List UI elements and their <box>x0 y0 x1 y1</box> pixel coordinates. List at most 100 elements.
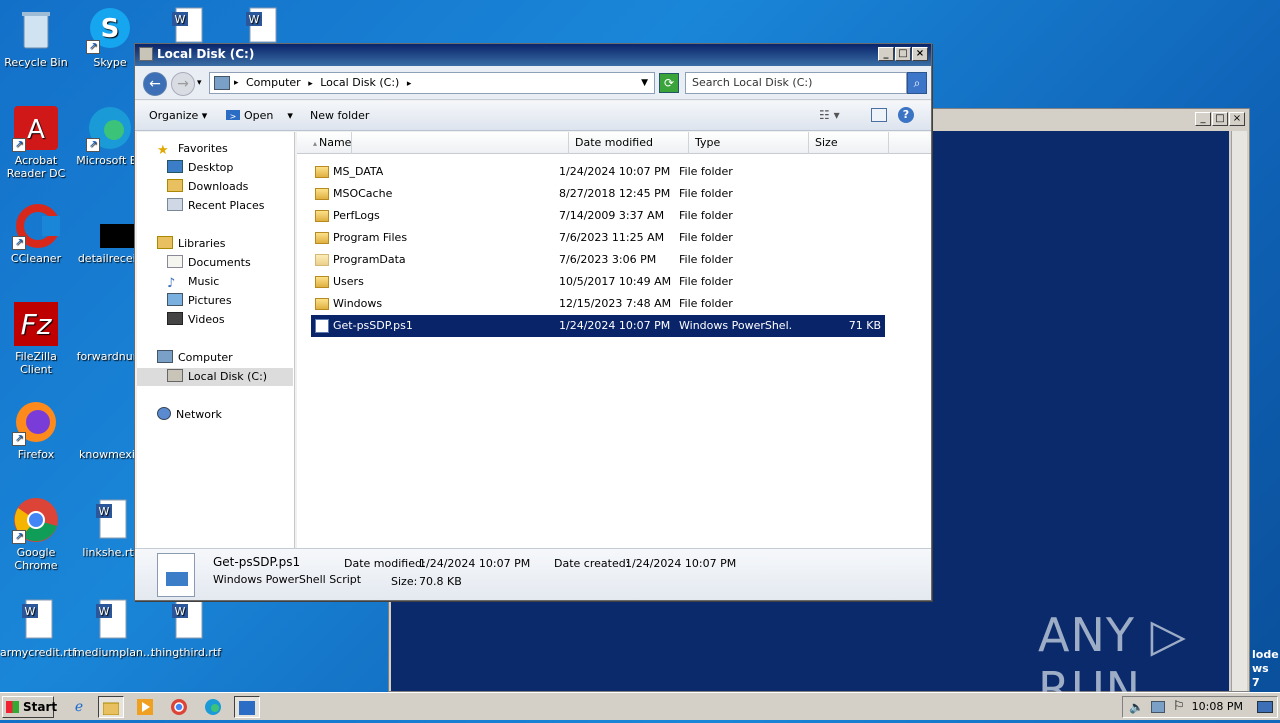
ccleaner-icon: ↗ <box>12 202 60 250</box>
desktop-icon-firefox[interactable]: ↗ Firefox <box>0 398 72 461</box>
folder-icon <box>315 276 329 288</box>
taskbar-chrome-icon[interactable] <box>166 696 192 718</box>
details-created-label: Date created: <box>554 557 630 570</box>
svg-text:W: W <box>175 605 186 618</box>
chevron-icon[interactable]: ▸ <box>407 79 412 89</box>
vertical-scrollbar[interactable] <box>1231 131 1247 691</box>
taskbar-powershell-icon[interactable] <box>234 696 260 718</box>
filezilla-icon: Fz <box>12 300 60 348</box>
edge-icon: ↗ <box>86 104 134 152</box>
window-titlebar[interactable]: Local Disk (C:) _ □ × <box>135 44 931 66</box>
maximize-button[interactable]: □ <box>1212 112 1228 126</box>
show-desktop-icon[interactable] <box>1257 701 1273 713</box>
document-icon <box>86 202 134 250</box>
folder-icon <box>315 232 329 244</box>
desktop-icon-recycle-bin[interactable]: Recycle Bin <box>0 6 72 69</box>
column-header-size[interactable]: Size <box>809 132 889 154</box>
search-icon[interactable]: ⌕ <box>907 72 927 94</box>
refresh-button[interactable]: ⟳ <box>659 73 679 93</box>
details-size-value: 70.8 KB <box>419 575 462 588</box>
search-input[interactable]: Search Local Disk (C:) <box>685 72 907 94</box>
nav-desktop[interactable]: Desktop <box>167 159 233 177</box>
powershell-icon: > <box>226 110 240 121</box>
nav-libraries[interactable]: Libraries <box>157 235 226 253</box>
nav-network[interactable]: Network <box>157 406 222 424</box>
desktop-icon-thingthird[interactable]: W thingthird.rtf <box>150 596 222 659</box>
taskbar-media-player-icon[interactable] <box>132 696 158 718</box>
taskbar-explorer-icon[interactable] <box>98 696 124 718</box>
desktop-icon-armycredit[interactable]: W armycredit.rtf <box>0 596 76 659</box>
nav-pictures[interactable]: Pictures <box>167 292 232 310</box>
drive-icon <box>167 369 183 382</box>
maximize-button[interactable]: □ <box>895 47 911 61</box>
desktop-icon-chrome[interactable]: ↗ Google Chrome <box>0 496 72 572</box>
minimize-button[interactable]: _ <box>878 47 894 61</box>
taskbar-edge-icon[interactable] <box>200 696 226 718</box>
pictures-icon <box>167 293 183 306</box>
navigation-pane: ★ Favorites Desktop Downloads Recent Plac… <box>137 132 295 548</box>
network-tray-icon[interactable] <box>1151 701 1165 713</box>
file-list-pane: Name ▴ Date modified Type Size MS_DATA 1/… <box>297 132 931 548</box>
file-row[interactable]: MS_DATA 1/24/2024 10:07 PM File folder <box>311 161 885 183</box>
file-row-selected[interactable]: Get-psSDP.ps1 1/24/2024 10:07 PM Windows P… <box>311 315 885 337</box>
details-size-label: Size: <box>391 575 418 588</box>
organize-button[interactable]: Organize ▾ <box>149 109 207 122</box>
start-button[interactable]: Start <box>2 696 57 718</box>
nav-favorites[interactable]: ★ Favorites <box>157 140 228 158</box>
desktop-icon-mediumplan[interactable]: W mediumplan... <box>74 596 153 659</box>
videos-icon <box>167 312 183 325</box>
clock[interactable]: 10:08 PM <box>1192 697 1243 717</box>
forward-button[interactable]: → <box>171 72 195 96</box>
address-dropdown-icon[interactable]: ▼ <box>641 73 648 93</box>
nav-downloads[interactable]: Downloads <box>167 178 248 196</box>
recent-pages-dropdown-icon[interactable]: ▾ <box>197 78 202 88</box>
back-button[interactable]: ← <box>143 72 167 96</box>
word-doc-icon: W <box>86 596 134 644</box>
nav-recent-places[interactable]: Recent Places <box>167 197 265 215</box>
column-header-type[interactable]: Type <box>689 132 809 154</box>
folder-icon <box>315 210 329 222</box>
nav-music[interactable]: ♪ Music <box>167 273 219 291</box>
nav-computer[interactable]: Computer <box>157 349 233 367</box>
close-button[interactable]: × <box>912 47 928 61</box>
details-modified-label: Date modified: <box>344 557 426 570</box>
nav-documents[interactable]: Documents <box>167 254 251 272</box>
new-folder-button[interactable]: New folder <box>310 109 369 122</box>
nav-local-disk[interactable]: Local Disk (C:) <box>137 368 293 386</box>
details-created-value: 1/24/2024 10:07 PM <box>625 557 737 570</box>
desktop-icon-acrobat[interactable]: A ↗ Acrobat Reader DC <box>0 104 72 180</box>
chevron-icon[interactable]: ▸ <box>308 79 313 89</box>
file-row[interactable]: Program Files 7/6/2023 11:25 AM File folde… <box>311 227 885 249</box>
minimize-button[interactable]: _ <box>1195 112 1211 126</box>
file-row[interactable]: Users 10/5/2017 10:49 AM File folder <box>311 271 885 293</box>
file-row[interactable]: MSOCache 8/27/2018 12:45 PM File folder <box>311 183 885 205</box>
nav-videos[interactable]: Videos <box>167 311 225 329</box>
breadcrumb-local-disk[interactable]: Local Disk (C:) <box>320 76 399 89</box>
explorer-window[interactable]: Local Disk (C:) _ □ × ← → ▾ ▸ Computer ▸… <box>134 43 932 601</box>
address-bar[interactable]: ▸ Computer ▸ Local Disk (C:) ▸ ▼ <box>209 72 655 94</box>
breadcrumb-computer[interactable]: Computer <box>246 76 301 89</box>
file-row[interactable]: ProgramData 7/6/2023 3:06 PM File folder <box>311 249 885 271</box>
folder-icon <box>315 254 329 266</box>
taskbar-ie-icon[interactable]: ℯ <box>66 696 92 718</box>
command-toolbar: Organize ▾ > Open ▾ New folder ☷ ▾ ? <box>135 101 931 131</box>
powershell-script-icon <box>315 319 329 333</box>
close-button[interactable]: × <box>1229 112 1245 126</box>
open-button[interactable]: Open ▾ <box>244 109 293 122</box>
preview-pane-icon[interactable] <box>871 108 887 122</box>
file-row[interactable]: PerfLogs 7/14/2009 3:37 AM File folder <box>311 205 885 227</box>
address-row: ← → ▾ ▸ Computer ▸ Local Disk (C:) ▸ ▼ ⟳… <box>135 66 931 100</box>
chrome-icon: ↗ <box>12 496 60 544</box>
file-row[interactable]: Windows 12/15/2023 7:48 AM File folder <box>311 293 885 315</box>
view-options-icon[interactable]: ☷ ▾ <box>819 108 840 122</box>
desktop-icon-ccleaner[interactable]: ↗ CCleaner <box>0 202 72 265</box>
volume-icon[interactable]: 🔈 <box>1129 700 1144 714</box>
svg-text:W: W <box>99 505 110 518</box>
column-header-date[interactable]: Date modified <box>569 132 689 154</box>
action-center-flag-icon[interactable]: ⚐ <box>1173 699 1185 714</box>
column-header-name[interactable]: Name ▴ <box>307 132 569 154</box>
chevron-icon[interactable]: ▸ <box>234 73 239 93</box>
desktop-icon-filezilla[interactable]: Fz FileZilla Client <box>0 300 72 376</box>
skype-icon: S ↗ <box>86 6 134 54</box>
help-icon[interactable]: ? <box>898 107 914 123</box>
